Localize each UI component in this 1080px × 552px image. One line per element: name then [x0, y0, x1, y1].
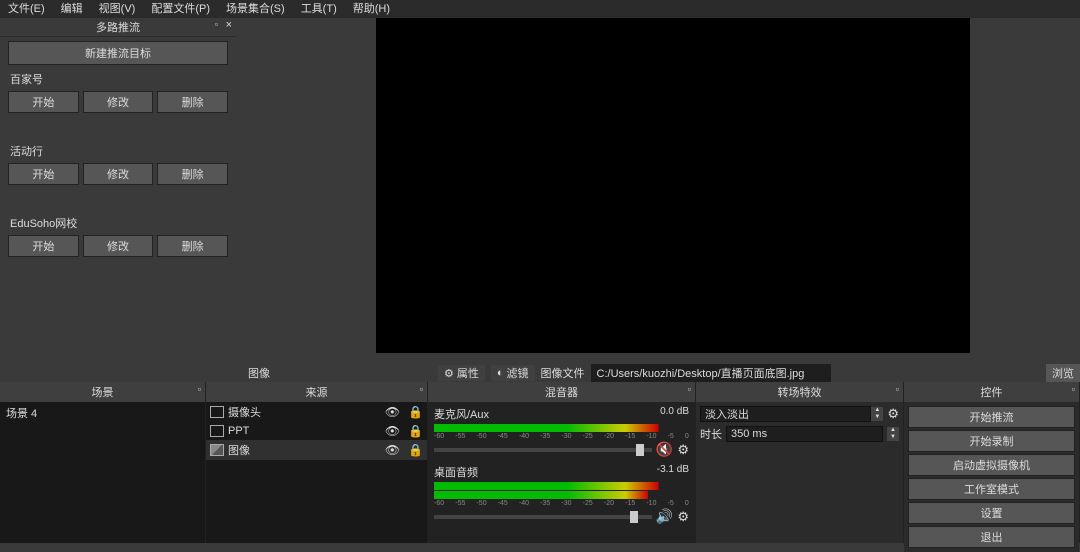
filters-icon: ◐ [497, 367, 504, 379]
visibility-icon[interactable]: 👁 [385, 424, 400, 438]
duration-label: 时长 [700, 426, 722, 442]
lock-icon[interactable]: 🔒 [408, 443, 423, 457]
target-name: 活动行 [0, 141, 236, 161]
source-item[interactable]: 摄像头👁🔒 [206, 402, 427, 422]
speaker-icon[interactable]: 🔊 [656, 508, 673, 525]
volume-meter [434, 491, 689, 499]
visibility-icon[interactable]: 👁 [385, 405, 400, 419]
studio-mode-button[interactable]: 工作室模式 [908, 478, 1075, 500]
menu-help[interactable]: 帮助(H) [345, 0, 398, 18]
gear-icon[interactable]: ⚙ [887, 406, 899, 422]
popout-icon[interactable]: ▫ [198, 384, 201, 394]
source-type-label: 图像 [242, 365, 276, 381]
start-button[interactable]: 开始 [8, 91, 79, 113]
menu-bar: 文件(E) 编辑 视图(V) 配置文件(P) 场景集合(S) 工具(T) 帮助(… [0, 0, 1080, 18]
scenes-panel: 场景▫ 场景 4 [0, 382, 206, 543]
source-item[interactable]: PPT👁🔒 [206, 422, 427, 440]
edit-button[interactable]: 修改 [83, 91, 154, 113]
target-name: EduSoho网校 [0, 213, 236, 233]
mixer-channel: 桌面音频-3.1 dB -60-55-50-45-40-35-30-25-20-… [434, 464, 689, 525]
edit-button[interactable]: 修改 [83, 235, 154, 257]
menu-view[interactable]: 视图(V) [91, 0, 144, 18]
settings-button[interactable]: 设置 [908, 502, 1075, 524]
gear-icon[interactable]: ⚙ [677, 509, 689, 525]
target-group: EduSoho网校 开始 修改 删除 [0, 213, 236, 267]
source-properties-bar: 图像 ⚙属性 ◐滤镜 图像文件 C:/Users/kuozhi/Desktop/… [242, 364, 1080, 382]
image-icon [210, 444, 224, 456]
source-item[interactable]: 图像👁🔒 [206, 440, 427, 460]
menu-tools[interactable]: 工具(T) [293, 0, 345, 18]
volume-meter [434, 482, 689, 490]
window-icon [210, 425, 224, 437]
controls-panel: 控件▫ 开始推流 开始录制 启动虚拟摄像机 工作室模式 设置 退出 [904, 382, 1080, 543]
start-recording-button[interactable]: 开始录制 [908, 430, 1075, 452]
popout-icon[interactable]: ▫ [1072, 384, 1075, 394]
visibility-icon[interactable]: 👁 [385, 443, 400, 457]
image-file-label: 图像文件 [541, 365, 585, 381]
edit-button[interactable]: 修改 [83, 163, 154, 185]
exit-button[interactable]: 退出 [908, 526, 1075, 548]
start-button[interactable]: 开始 [8, 235, 79, 257]
menu-edit[interactable]: 编辑 [53, 0, 91, 18]
mixer-channel: 麦克风/Aux0.0 dB -60-55-50-45-40-35-30-25-2… [434, 406, 689, 458]
gear-icon[interactable]: ⚙ [677, 442, 689, 458]
multistream-dock: 多路推流 ▫ × 新建推流目标 百家号 开始 修改 删除 活动行 开始 修改 删… [0, 18, 236, 380]
volume-meter [434, 424, 689, 432]
menu-file[interactable]: 文件(E) [0, 0, 53, 18]
mixer-panel: 混音器▫ 麦克风/Aux0.0 dB -60-55-50-45-40-35-30… [428, 382, 696, 543]
chevron-up-icon[interactable]: ▲ [887, 427, 899, 434]
chevron-down-icon[interactable]: ▼ [887, 434, 899, 441]
sources-panel: 来源▫ 摄像头👁🔒 PPT👁🔒 图像👁🔒 [206, 382, 428, 543]
preview-area [236, 18, 1080, 380]
gear-icon: ⚙ [444, 367, 454, 380]
delete-button[interactable]: 删除 [157, 91, 228, 113]
chevron-up-icon[interactable]: ▲ [871, 407, 883, 414]
preview-canvas[interactable] [376, 18, 970, 353]
delete-button[interactable]: 删除 [157, 163, 228, 185]
start-button[interactable]: 开始 [8, 163, 79, 185]
lock-icon[interactable]: 🔒 [408, 424, 423, 438]
popout-icon[interactable]: ▫ [688, 384, 691, 394]
volume-slider[interactable] [434, 515, 652, 519]
meter-ticks: -60-55-50-45-40-35-30-25-20-15-10-50 [434, 500, 689, 508]
scene-item[interactable]: 场景 4 [6, 405, 199, 421]
start-virtual-cam-button[interactable]: 启动虚拟摄像机 [908, 454, 1075, 476]
popout-icon[interactable]: ▫ [420, 384, 423, 394]
delete-button[interactable]: 删除 [157, 235, 228, 257]
menu-profile[interactable]: 配置文件(P) [143, 0, 218, 18]
menu-scene-collection[interactable]: 场景集合(S) [218, 0, 293, 18]
mute-icon[interactable]: 🔇 [656, 441, 673, 458]
new-target-button[interactable]: 新建推流目标 [8, 41, 228, 65]
image-path-field[interactable]: C:/Users/kuozhi/Desktop/直播页面底图.jpg [591, 364, 831, 382]
target-group: 活动行 开始 修改 删除 [0, 141, 236, 195]
browse-button[interactable]: 浏览 [1046, 364, 1080, 382]
close-icon[interactable]: × [226, 19, 232, 31]
chevron-down-icon[interactable]: ▼ [871, 414, 883, 421]
start-streaming-button[interactable]: 开始推流 [908, 406, 1075, 428]
popout-icon[interactable]: ▫ [215, 19, 218, 29]
dock-title: 多路推流 ▫ × [0, 18, 236, 37]
target-name: 百家号 [0, 69, 236, 89]
properties-button[interactable]: ⚙属性 [438, 365, 485, 381]
meter-ticks: -60-55-50-45-40-35-30-25-20-15-10-50 [434, 433, 689, 441]
duration-input[interactable] [726, 426, 883, 442]
filters-button[interactable]: ◐滤镜 [491, 365, 535, 381]
volume-slider[interactable] [434, 448, 652, 452]
transitions-panel: 转场特效▫ ▲▼ ⚙ 时长 ▲▼ [696, 382, 904, 543]
camera-icon [210, 406, 224, 418]
lock-icon[interactable]: 🔒 [408, 405, 423, 419]
transition-select[interactable] [700, 406, 871, 422]
popout-icon[interactable]: ▫ [896, 384, 899, 394]
target-group: 百家号 开始 修改 删除 [0, 69, 236, 123]
